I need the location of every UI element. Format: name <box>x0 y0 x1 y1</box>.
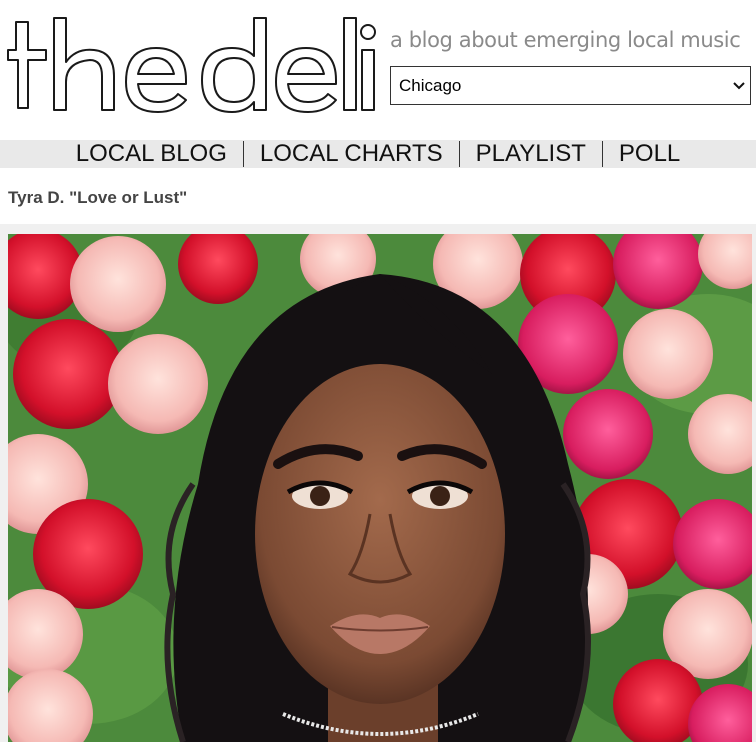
nav-poll[interactable]: POLL <box>603 140 696 168</box>
nav-local-charts[interactable]: LOCAL CHARTS <box>244 140 459 168</box>
artist-photo[interactable] <box>8 234 752 742</box>
main-nav: LOCAL BLOG LOCAL CHARTS PLAYLIST POLL <box>0 140 756 168</box>
site-header: a blog about emerging local music Chicag… <box>0 0 756 140</box>
site-tagline: a blog about emerging local music <box>390 28 741 52</box>
city-select[interactable]: Chicago <box>390 66 751 105</box>
chevron-down-icon <box>728 66 750 105</box>
city-select-value: Chicago <box>399 75 462 95</box>
site-logo[interactable] <box>6 10 376 125</box>
post-image-area <box>0 224 756 742</box>
nav-local-blog[interactable]: LOCAL BLOG <box>60 140 243 168</box>
nav-playlist[interactable]: PLAYLIST <box>460 140 602 168</box>
post-title[interactable]: Tyra D. "Love or Lust" <box>8 188 187 208</box>
post-header: Tyra D. "Love or Lust" <box>0 168 756 224</box>
